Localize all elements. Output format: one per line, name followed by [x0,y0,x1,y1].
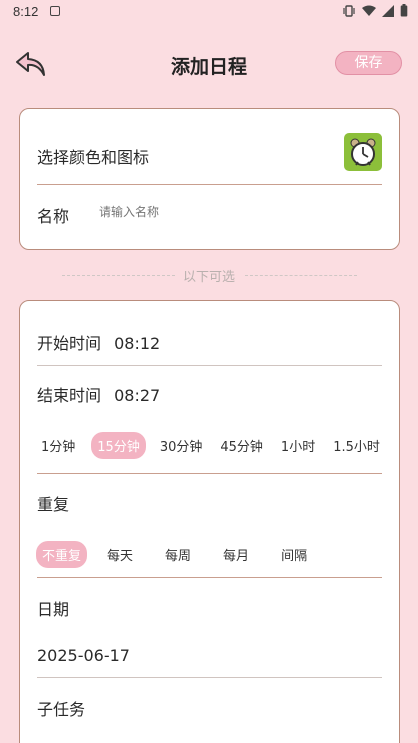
repeat-chip-daily[interactable]: 每天 [101,541,139,568]
wifi-icon [362,5,376,16]
divider [37,365,382,366]
optional-separator: 以下可选 [0,266,418,286]
repeat-chip-none[interactable]: 不重复 [36,541,88,568]
vibrate-icon [343,4,355,17]
optional-label: 以下可选 [182,270,235,285]
duration-chip-30min[interactable]: 30分钟 [154,432,209,459]
date-value-row[interactable]: 2025-06-17 [37,646,382,665]
color-icon-row[interactable]: 选择颜色和图标 [37,144,382,168]
divider [37,577,382,578]
dashed-line-right [245,275,357,276]
battery-icon [400,4,408,17]
app-header: 添加日程 保存 [0,40,418,88]
duration-chip-15min[interactable]: 15分钟 [91,432,146,459]
divider [37,677,382,678]
end-time-label: 结束时间 [37,386,102,405]
name-row: 名称 [37,203,382,227]
icon-picker[interactable] [344,133,382,171]
end-time-row[interactable]: 结束时间 08:27 [37,382,382,406]
name-label: 名称 [37,207,70,226]
basic-info-card: 选择颜色和图标 名称 [19,108,400,250]
repeat-row: 重复 [37,491,382,515]
repeat-chip-interval[interactable]: 间隔 [275,541,313,568]
subtask-label: 子任务 [37,700,86,719]
status-bar: 8:12 [0,0,418,24]
notification-icon [50,6,60,16]
color-icon-label: 选择颜色和图标 [37,148,150,167]
status-time: 8:12 [13,4,39,19]
status-icons [342,4,408,17]
save-button[interactable]: 保存 [335,51,402,75]
alarm-clock-icon [350,138,376,166]
repeat-chip-monthly[interactable]: 每月 [217,541,255,568]
duration-chip-1min[interactable]: 1分钟 [35,432,81,459]
start-time-value[interactable]: 08:12 [114,334,160,353]
repeat-chip-weekly[interactable]: 每周 [159,541,197,568]
date-value[interactable]: 2025-06-17 [37,646,130,665]
dashed-line-left [62,275,175,276]
duration-chips: 1分钟 15分钟 30分钟 45分钟 1小时 1.5小时 [35,432,386,459]
start-time-row[interactable]: 开始时间 08:12 [37,330,382,354]
repeat-label: 重复 [37,495,70,514]
subtask-row[interactable]: 子任务 [37,696,382,720]
duration-chip-1-5h[interactable]: 1.5小时 [327,432,386,459]
divider [37,473,382,474]
date-row: 日期 [37,596,382,620]
signal-icon [382,4,394,17]
name-input[interactable] [99,205,359,219]
duration-chip-45min[interactable]: 45分钟 [214,432,269,459]
duration-chip-1h[interactable]: 1小时 [275,432,321,459]
repeat-chips: 不重复 每天 每周 每月 间隔 [36,541,313,568]
start-time-label: 开始时间 [37,334,102,353]
divider [37,184,382,185]
date-label: 日期 [37,600,70,619]
end-time-value[interactable]: 08:27 [114,386,160,405]
time-settings-card: 开始时间 08:12 结束时间 08:27 1分钟 15分钟 30分钟 45分钟… [19,300,400,743]
